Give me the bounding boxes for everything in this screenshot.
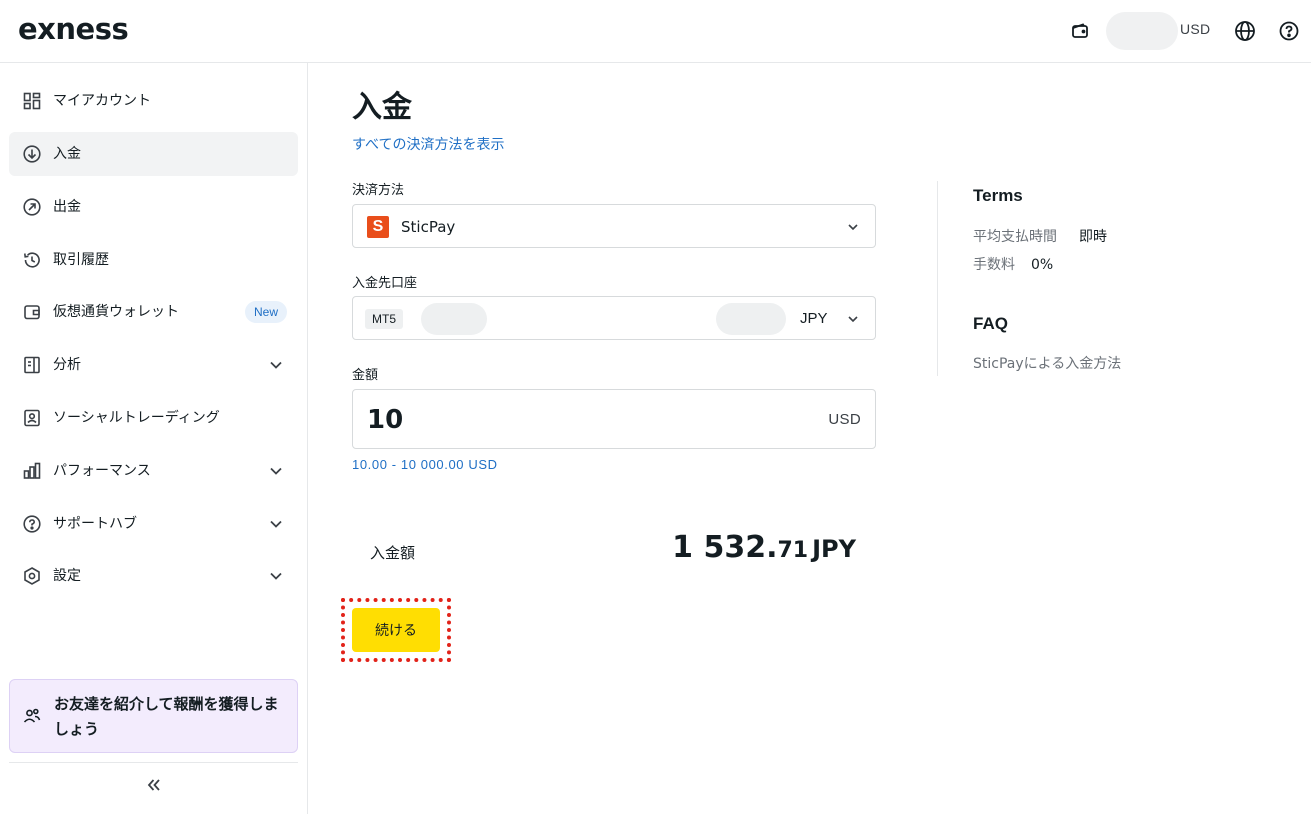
amount-field[interactable]: USD <box>352 389 876 449</box>
chevron-down-icon[interactable] <box>266 514 286 534</box>
account-select[interactable]: MT5 JPY <box>352 296 876 340</box>
sidebar-item-withdrawal[interactable]: 出金 <box>9 185 298 229</box>
amount-label: 金額 <box>352 368 379 383</box>
deposit-total-currency: JPY <box>812 535 856 563</box>
sticpay-logo-icon: S <box>367 216 389 238</box>
account-balance-redacted <box>716 303 786 335</box>
amount-currency: USD <box>828 411 861 428</box>
deposit-total-label: 入金額 <box>370 544 416 562</box>
analytics-icon <box>21 354 43 376</box>
arrow-up-right-circle-icon <box>21 196 43 218</box>
account-number-redacted <box>421 303 487 335</box>
sidebar-item-trade-history[interactable]: 取引履歴 <box>9 238 298 282</box>
account-label: 入金先口座 <box>352 276 418 291</box>
chevron-down-icon <box>843 217 863 237</box>
sidebar-item-settings[interactable]: 設定 <box>9 554 298 598</box>
sidebar-item-label: 取引履歴 <box>53 252 109 268</box>
sidebar-item-analytics[interactable]: 分析 <box>9 343 298 387</box>
sidebar-item-label: マイアカウント <box>53 93 151 109</box>
sidebar-item-crypto-wallet[interactable]: 仮想通貨ウォレット New <box>9 290 298 334</box>
sidebar-item-performance[interactable]: パフォーマンス <box>9 449 298 493</box>
sidebar-item-deposit[interactable]: 入金 <box>9 132 298 176</box>
wallet-icon <box>21 301 43 323</box>
avg-payout-time-key: 平均支払時間 <box>973 229 1057 245</box>
wallet-icon[interactable] <box>1069 20 1091 42</box>
sidebar-item-label: 出金 <box>53 199 81 215</box>
sidebar-item-label: パフォーマンス <box>53 463 151 479</box>
deposit-total-minor: 71 <box>777 538 809 563</box>
faq-heading: FAQ <box>973 314 1008 333</box>
top-header: exness USD <box>0 0 1311 63</box>
arrow-down-circle-icon <box>21 143 43 165</box>
payment-method-select[interactable]: S SticPay <box>352 204 876 248</box>
page-title: 入金 <box>352 90 412 125</box>
account-type-badge: MT5 <box>365 309 403 329</box>
chevron-down-icon[interactable] <box>266 566 286 586</box>
settings-icon <box>21 565 43 587</box>
payment-method-value: SticPay <box>401 218 456 236</box>
exness-logo[interactable]: exness <box>18 12 129 46</box>
sidebar-item-label: 分析 <box>53 357 81 373</box>
referral-text: お友達を紹介して報酬を獲得しましょう <box>54 695 279 738</box>
chevron-down-icon[interactable] <box>266 461 286 481</box>
bar-chart-icon <box>21 460 43 482</box>
fee-key: 手数料 <box>973 257 1015 273</box>
faq-link[interactable]: SticPayによる入金方法 <box>973 355 1121 373</box>
sidebar-item-label: 設定 <box>53 568 81 584</box>
all-payment-methods-link[interactable]: すべての決済方法を表示 <box>352 136 504 154</box>
sidebar-item-label: 入金 <box>53 146 81 162</box>
new-badge: New <box>244 301 287 323</box>
chevron-down-icon <box>843 309 863 329</box>
fee-value: 0% <box>1031 257 1054 273</box>
amount-range-hint: 10.00 - 10 000.00 USD <box>352 457 498 472</box>
deposit-total-value: 1 532.71 JPY <box>672 530 856 565</box>
sidebar-item-label: ソーシャルトレーディング <box>53 410 220 426</box>
info-divider <box>937 181 938 376</box>
sidebar-item-label: 仮想通貨ウォレット <box>53 304 179 320</box>
payment-method-label: 決済方法 <box>352 183 405 198</box>
divider <box>9 762 298 763</box>
deposit-total-major: 1 532. <box>672 530 778 565</box>
globe-icon[interactable] <box>1233 19 1257 43</box>
avg-payout-time-value: 即時 <box>1079 229 1107 245</box>
referral-banner[interactable]: お友達を紹介して報酬を獲得しましょう <box>9 679 298 753</box>
dashboard-icon <box>21 90 43 112</box>
continue-button[interactable]: 続ける <box>352 608 440 652</box>
history-icon <box>21 249 43 271</box>
sidebar-item-my-account[interactable]: マイアカウント <box>9 79 298 123</box>
account-currency: JPY <box>800 310 828 327</box>
users-icon <box>22 706 44 728</box>
double-chevron-left-icon[interactable] <box>142 773 166 797</box>
help-icon[interactable] <box>1277 19 1301 43</box>
sidebar-item-label: サポートハブ <box>53 516 137 532</box>
sidebar-item-support-hub[interactable]: サポートハブ <box>9 502 298 546</box>
help-circle-icon <box>21 513 43 535</box>
social-trading-icon <box>21 407 43 429</box>
header-currency[interactable]: USD <box>1180 21 1210 37</box>
terms-heading: Terms <box>973 186 1023 205</box>
amount-input[interactable] <box>367 402 787 438</box>
sidebar-item-social-trading[interactable]: ソーシャルトレーディング <box>9 396 298 440</box>
account-balance-pill[interactable] <box>1106 12 1178 50</box>
chevron-down-icon[interactable] <box>266 355 286 375</box>
sidebar: マイアカウント 入金 出金 取引履歴 仮想通貨ウォレット New 分析 ソーシャ… <box>0 63 308 814</box>
